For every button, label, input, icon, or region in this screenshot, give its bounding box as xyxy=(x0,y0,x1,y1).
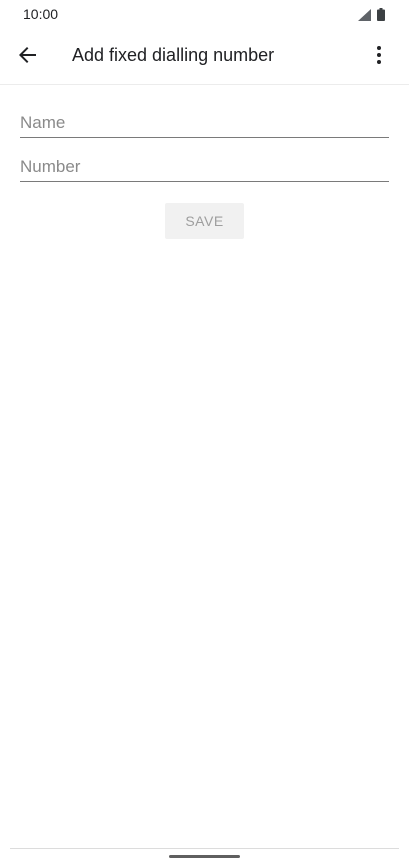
status-bar: 10:00 xyxy=(0,0,409,30)
name-field xyxy=(20,103,389,138)
name-input[interactable] xyxy=(20,111,389,135)
number-field xyxy=(20,147,389,182)
signal-icon xyxy=(358,8,371,21)
more-options-button[interactable] xyxy=(361,39,397,75)
home-indicator[interactable] xyxy=(169,855,240,858)
save-button[interactable]: SAVE xyxy=(165,203,244,239)
number-input[interactable] xyxy=(20,155,389,179)
status-time: 10:00 xyxy=(23,6,59,22)
page-title: Add fixed dialling number xyxy=(72,45,275,65)
app-bar: Add fixed dialling number xyxy=(0,30,409,85)
back-button[interactable] xyxy=(10,39,46,75)
more-vert-icon xyxy=(377,45,381,69)
arrow-back-icon xyxy=(19,46,37,69)
battery-icon xyxy=(377,8,385,21)
status-icons xyxy=(358,8,385,21)
nav-divider xyxy=(10,848,399,849)
